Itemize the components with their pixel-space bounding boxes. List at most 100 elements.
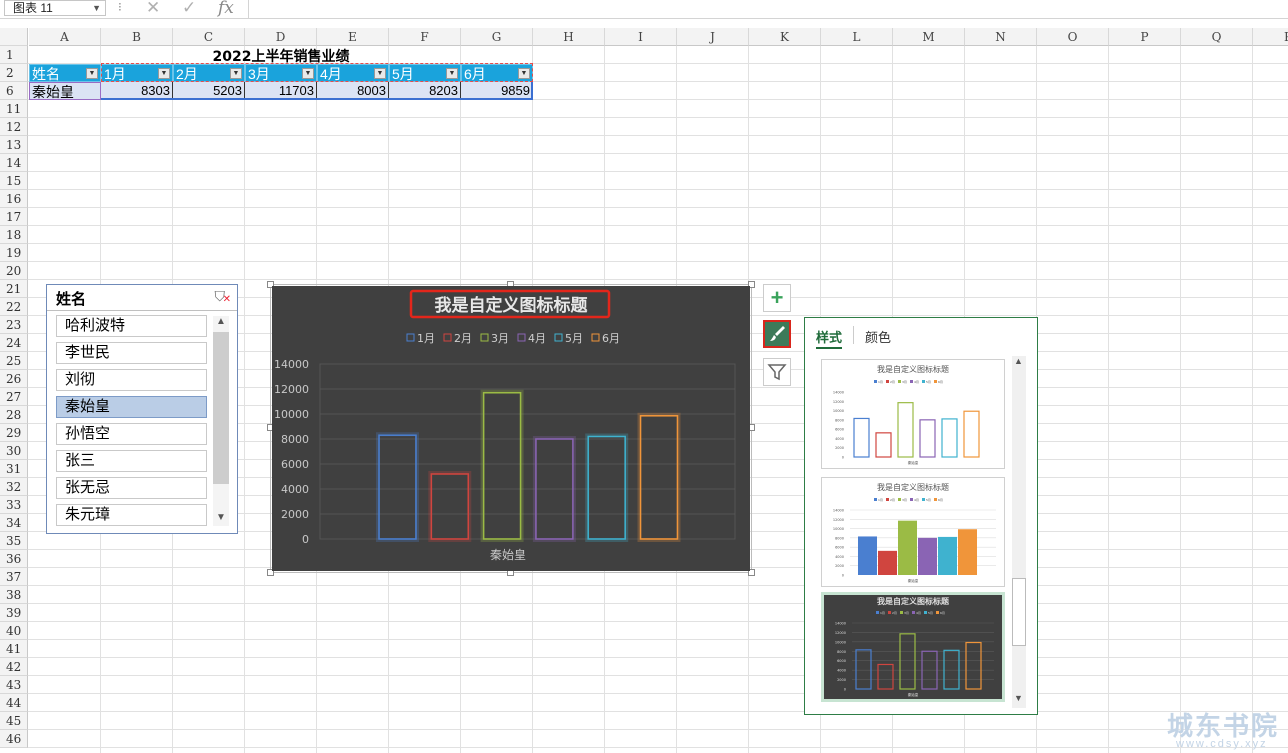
row-header[interactable]: 11 [0,100,28,118]
row-header[interactable]: 31 [0,460,28,478]
row-header[interactable]: 14 [0,154,28,172]
row-header[interactable]: 42 [0,658,28,676]
bar[interactable] [639,415,679,540]
row-header[interactable]: 35 [0,532,28,550]
chart-elements-button[interactable]: + [763,284,791,312]
style-thumbnail-outline[interactable]: 我是自定义图标标题 1月 2月 3月 4月 5月 6月 0 2000 4000 6000 8000 10… [821,359,1005,469]
slicer-item[interactable]: 李世民 [56,342,207,364]
slicer-item[interactable]: 刘彻 [56,369,207,391]
row-header[interactable]: 29 [0,424,28,442]
chart-filters-button[interactable] [763,358,791,386]
row-header[interactable]: 6 [0,82,28,100]
chart-title-group[interactable]: 我是自定义图标标题 [409,289,611,319]
row-header[interactable]: 43 [0,676,28,694]
row-header[interactable]: 12 [0,118,28,136]
bar-group[interactable] [428,470,472,542]
column-header[interactable]: B [101,28,173,46]
header-cell[interactable]: 姓名 ▼ [29,64,101,82]
row-header[interactable]: 39 [0,604,28,622]
row-header[interactable]: 46 [0,730,28,748]
column-header[interactable]: R [1253,28,1288,46]
column-header[interactable]: O [1037,28,1109,46]
column-header[interactable]: G [461,28,533,46]
bar[interactable] [430,473,470,540]
slicer-name[interactable]: 姓名 ⛉ ✕ 哈利波特 李世民 刘彻 秦始皇 孙悟空 张三 张无忌 朱元璋 ▲ ▼ [46,284,238,534]
row-header[interactable]: 34 [0,514,28,532]
bar[interactable] [378,434,417,540]
tab-color[interactable]: 颜色 [865,327,891,346]
slicer-scroll-thumb[interactable] [213,332,229,484]
slicer-item[interactable]: 哈利波特 [56,315,207,337]
row-header[interactable]: 23 [0,316,28,334]
filter-active-icon[interactable]: ▼ [86,68,98,79]
style-thumbnail-filled[interactable]: 我是自定义图标标题 1月 2月 3月 4月 5月 6月 0 2000 4000 6000 8000 10… [821,477,1005,587]
bar[interactable] [482,391,522,540]
clear-filter-icon[interactable]: ⛉ ✕ [215,288,232,305]
slicer-item[interactable]: 张无忌 [56,477,207,499]
row-header[interactable]: 33 [0,496,28,514]
row-header[interactable]: 40 [0,622,28,640]
column-header[interactable]: D [245,28,317,46]
style-panel-scroll-thumb[interactable] [1012,578,1026,646]
row-header[interactable]: 25 [0,352,28,370]
row-header[interactable]: 24 [0,334,28,352]
bar[interactable] [587,435,626,540]
row-header[interactable]: 32 [0,478,28,496]
tab-style[interactable]: 样式 [816,327,843,349]
slicer-item[interactable]: 孙悟空 [56,423,207,445]
column-header[interactable]: A [29,28,101,46]
scroll-up-icon[interactable]: ▲ [216,316,226,327]
name-cell[interactable]: 秦始皇 [29,82,101,100]
row-header[interactable]: 21 [0,280,28,298]
row-header[interactable]: 13 [0,136,28,154]
row-header[interactable]: 27 [0,388,28,406]
row-header[interactable]: 18 [0,226,28,244]
column-header[interactable]: E [317,28,389,46]
column-header[interactable]: N [965,28,1037,46]
row-header[interactable]: 17 [0,208,28,226]
column-header[interactable]: F [389,28,461,46]
bar-group[interactable] [585,433,629,542]
row-header[interactable]: 45 [0,712,28,730]
slicer-scrollbar[interactable]: ▲ ▼ [213,316,229,526]
row-header[interactable]: 2 [0,64,28,82]
row-header[interactable]: 28 [0,406,28,424]
column-header[interactable]: I [605,28,677,46]
name-box-dropdown-icon[interactable]: ▼ [92,1,101,15]
scroll-up-icon[interactable]: ▲ [1014,356,1023,366]
bar-group[interactable] [376,432,419,542]
cancel-icon[interactable]: ✕ [146,0,160,18]
column-chart[interactable]: 我是自定义图标标题 1月 2月 3月 4月 5月 6月 0 2000 4000 6000 8000 10… [272,286,750,571]
row-header[interactable]: 19 [0,244,28,262]
row-header[interactable]: 20 [0,262,28,280]
row-header[interactable]: 37 [0,568,28,586]
row-header[interactable]: 16 [0,190,28,208]
column-header[interactable]: L [821,28,893,46]
column-header[interactable]: K [749,28,821,46]
row-header[interactable]: 15 [0,172,28,190]
formula-input[interactable] [248,0,1288,18]
chart-styles-button[interactable] [763,320,791,348]
enter-icon[interactable]: ✓ [182,0,196,18]
insert-function-icon[interactable]: fx [218,0,234,18]
column-header[interactable]: J [677,28,749,46]
scroll-down-icon[interactable]: ▼ [1014,693,1023,703]
row-header[interactable]: 1 [0,46,28,64]
select-all-corner[interactable] [0,28,28,46]
row-header[interactable]: 41 [0,640,28,658]
column-header[interactable]: P [1109,28,1181,46]
row-header[interactable]: 22 [0,298,28,316]
slicer-item[interactable]: 秦始皇 [56,396,207,418]
column-header[interactable]: H [533,28,605,46]
row-header[interactable]: 44 [0,694,28,712]
scroll-down-icon[interactable]: ▼ [216,512,226,523]
row-header[interactable]: 30 [0,442,28,460]
row-header[interactable]: 36 [0,550,28,568]
row-header[interactable]: 38 [0,586,28,604]
column-header[interactable]: C [173,28,245,46]
name-box[interactable]: 图表 11 ▼ [4,0,106,16]
row-header[interactable]: 26 [0,370,28,388]
style-panel-scrollbar[interactable]: ▲ ▼ [1012,356,1026,708]
column-header[interactable]: Q [1181,28,1253,46]
slicer-item[interactable]: 张三 [56,450,207,472]
